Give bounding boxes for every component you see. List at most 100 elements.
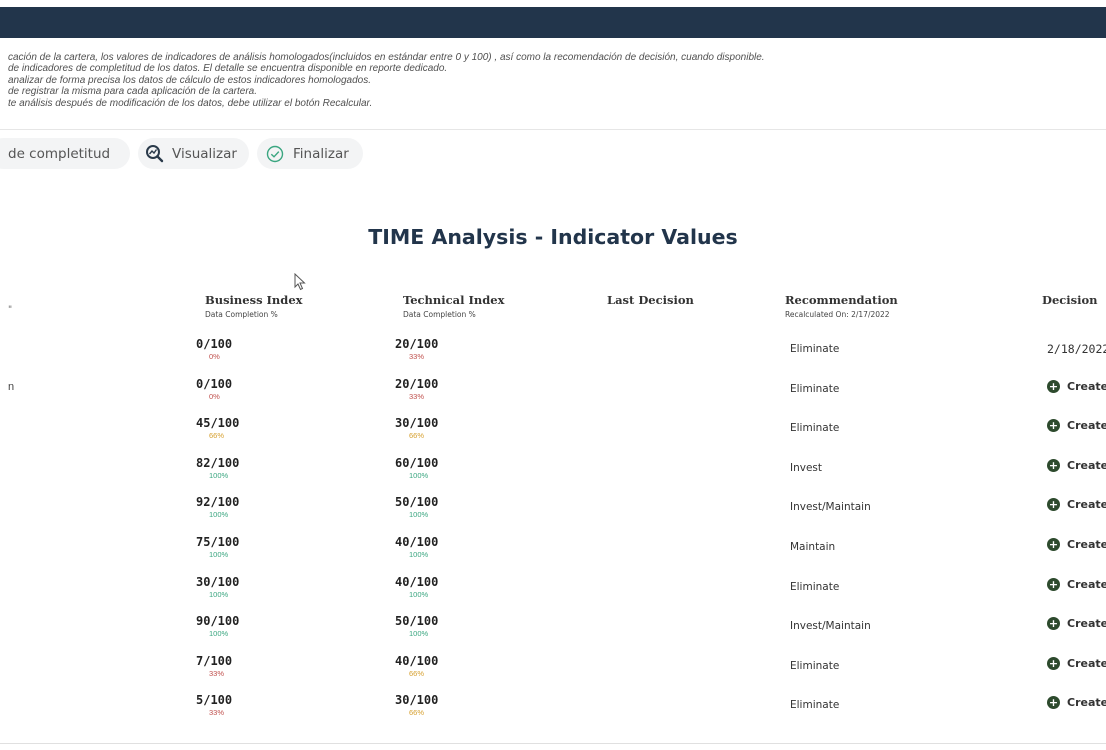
recommendation-value: Invest/Maintain: [790, 620, 871, 632]
completeness-report-button[interactable]: de completitud: [0, 138, 130, 169]
business-completion-pct: 0%: [209, 392, 220, 401]
instruction-line: cación de la cartera, los valores de ind…: [8, 52, 765, 63]
divider: [0, 129, 1106, 130]
visualize-button-label: Visualizar: [172, 145, 237, 162]
business-score: 45/100: [196, 416, 240, 430]
plus-circle-icon: +: [1047, 498, 1060, 511]
plus-circle-icon: +: [1047, 459, 1060, 472]
create-decision-button[interactable]: + Create: [1047, 657, 1106, 670]
technical-completion-pct: 100%: [409, 590, 429, 599]
technical-score: 50/100: [395, 614, 439, 628]
table-row: 82/100 100% 60/100 100% Invest + Create: [0, 456, 1106, 496]
check-circle-icon: [265, 144, 285, 164]
create-button-label: Create: [1067, 419, 1106, 432]
technical-completion-pct: 100%: [409, 471, 429, 480]
technical-score: 60/100: [395, 456, 439, 470]
table-row: 75/100 100% 40/100 100% Maintain + Create: [0, 535, 1106, 575]
create-button-label: Create: [1067, 617, 1106, 630]
business-score: 0/100: [196, 337, 233, 351]
business-completion-pct: 33%: [209, 708, 225, 717]
business-completion-pct: 100%: [209, 471, 229, 480]
plus-circle-icon: +: [1047, 617, 1060, 630]
table-row: 5/100 33% 30/100 66% Eliminate + Create: [0, 693, 1106, 733]
recommendation-value: Eliminate: [790, 581, 840, 593]
completeness-button-label: de completitud: [8, 145, 111, 162]
business-completion-pct: 100%: [209, 510, 229, 519]
create-decision-button[interactable]: + Create: [1047, 419, 1106, 432]
technical-index-header[interactable]: Technical Index: [403, 293, 504, 307]
create-decision-button[interactable]: + Create: [1047, 696, 1106, 709]
plus-circle-icon: +: [1047, 538, 1060, 551]
decision-header[interactable]: Decision: [1042, 293, 1098, 307]
technical-score: 40/100: [395, 654, 439, 668]
decision-date: 2/18/2022: [1047, 342, 1106, 356]
divider: [0, 743, 1106, 744]
finalize-button-label: Finalizar: [293, 145, 349, 162]
business-score: 92/100: [196, 495, 240, 509]
technical-score: 30/100: [395, 416, 439, 430]
truncated-column-header: ": [8, 305, 13, 315]
top-navigation-bar: [0, 7, 1106, 38]
table-row: 90/100 100% 50/100 100% Invest/Maintain + Crea…: [0, 614, 1106, 654]
recommendation-value: Eliminate: [790, 343, 840, 355]
business-score: 7/100: [196, 654, 233, 668]
technical-score: 40/100: [395, 535, 439, 549]
instruction-line: analizar de forma precisa los datos de c…: [8, 74, 371, 86]
business-completion-pct: 0%: [209, 352, 220, 361]
instruction-line: te análisis después de modificación de l…: [8, 97, 373, 109]
business-score: 90/100: [196, 614, 240, 628]
create-button-label: Create: [1067, 459, 1106, 472]
technical-index-subheader: Data Completion %: [403, 310, 476, 319]
instructions-text: cación de la cartera, los valores de ind…: [8, 52, 1103, 109]
table-row: 0/100 0% 20/100 33% Eliminate 2/18/2022: [0, 337, 1106, 377]
create-decision-button[interactable]: + Create: [1047, 578, 1106, 591]
create-button-label: Create: [1067, 538, 1106, 551]
create-button-label: Create: [1067, 696, 1106, 709]
page-title: TIME Analysis - Indicator Values: [368, 225, 738, 249]
visualize-button[interactable]: Visualizar: [138, 138, 249, 169]
technical-completion-pct: 33%: [409, 392, 425, 401]
recommendation-value: Eliminate: [790, 660, 840, 672]
business-score: 5/100: [196, 693, 233, 707]
technical-completion-pct: 66%: [409, 708, 425, 717]
business-score: 82/100: [196, 456, 240, 470]
business-index-subheader: Data Completion %: [205, 310, 278, 319]
table-row: 0/100 0% 20/100 33% Eliminate + Create: [0, 377, 1106, 417]
plus-circle-icon: +: [1047, 696, 1060, 709]
last-decision-header[interactable]: Last Decision: [607, 293, 694, 307]
recommendation-value: Eliminate: [790, 422, 840, 434]
plus-circle-icon: +: [1047, 657, 1060, 670]
create-decision-button[interactable]: + Create: [1047, 617, 1106, 630]
recommendation-header[interactable]: Recommendation: [785, 293, 898, 307]
recommendation-value: Eliminate: [790, 383, 840, 395]
technical-completion-pct: 100%: [409, 550, 429, 559]
business-score: 0/100: [196, 377, 233, 391]
table-row: 30/100 100% 40/100 100% Eliminate + Create: [0, 575, 1106, 615]
recommendation-value: Eliminate: [790, 699, 840, 711]
technical-score: 40/100: [395, 575, 439, 589]
create-decision-button[interactable]: + Create: [1047, 459, 1106, 472]
business-index-header[interactable]: Business Index: [205, 293, 303, 307]
plus-circle-icon: +: [1047, 419, 1060, 432]
technical-score: 20/100: [395, 377, 439, 391]
table-row: 45/100 66% 30/100 66% Eliminate + Create: [0, 416, 1106, 456]
create-button-label: Create: [1067, 578, 1106, 591]
finalize-button[interactable]: Finalizar: [257, 138, 363, 169]
recommendation-value: Maintain: [790, 541, 836, 553]
business-score: 75/100: [196, 535, 240, 549]
create-button-label: Create: [1067, 380, 1106, 393]
business-completion-pct: 66%: [209, 431, 225, 440]
recommendation-subheader: Recalculated On: 2/17/2022: [785, 310, 890, 319]
technical-score: 50/100: [395, 495, 439, 509]
create-decision-button[interactable]: + Create: [1047, 380, 1106, 393]
table-row: 7/100 33% 40/100 66% Eliminate + Create: [0, 654, 1106, 694]
create-button-label: Create: [1067, 657, 1106, 670]
table-row: 92/100 100% 50/100 100% Invest/Maintain + Crea…: [0, 495, 1106, 535]
mouse-pointer-icon: [294, 272, 306, 295]
create-decision-button[interactable]: + Create: [1047, 498, 1106, 511]
technical-completion-pct: 66%: [409, 431, 425, 440]
technical-completion-pct: 100%: [409, 629, 429, 638]
business-completion-pct: 100%: [209, 629, 229, 638]
business-score: 30/100: [196, 575, 240, 589]
create-decision-button[interactable]: + Create: [1047, 538, 1106, 551]
